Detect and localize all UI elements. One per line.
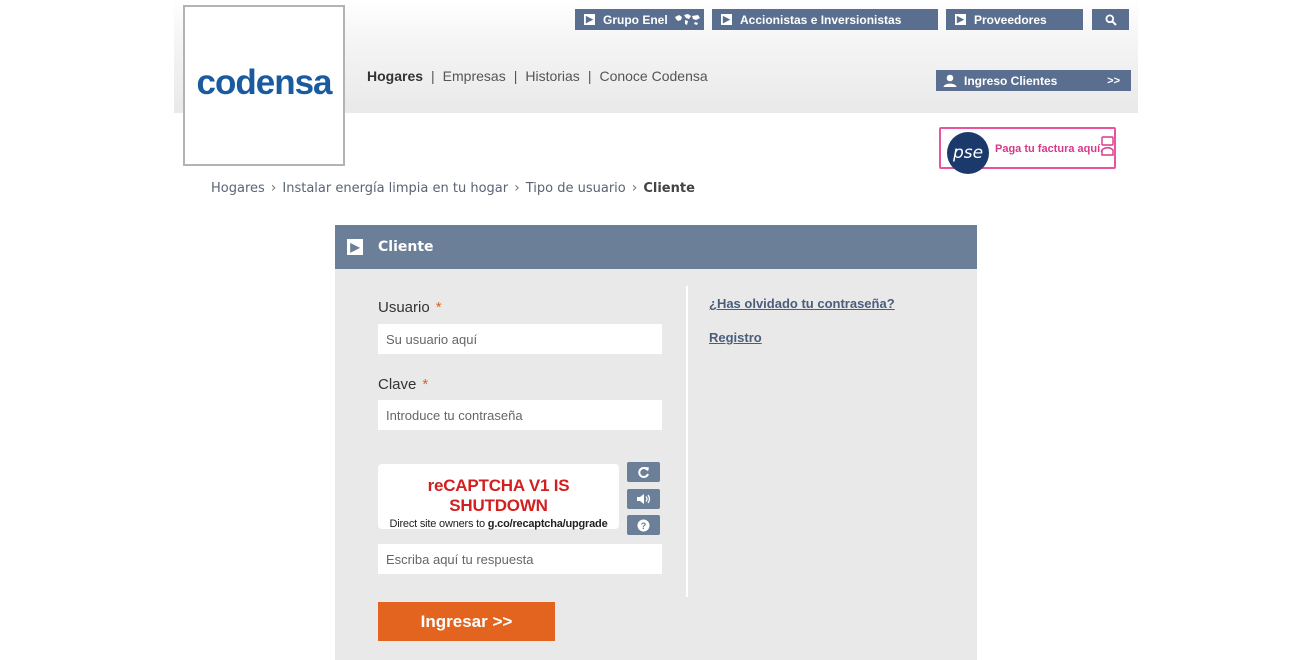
audio-icon: [636, 494, 650, 504]
pse-label: Paga tu factura aquí.: [995, 143, 1104, 155]
panel-header: ▶ Cliente: [335, 225, 977, 269]
clave-input[interactable]: [378, 400, 662, 430]
breadcrumb: Hogares › Instalar energía limpia en tu …: [211, 180, 695, 196]
clave-label-text: Clave: [378, 376, 417, 393]
nav-item-conoce-codensa[interactable]: Conoce Codensa: [599, 68, 707, 84]
arrow-right-icon: ▶: [347, 239, 363, 255]
search-icon: [1105, 14, 1117, 26]
nav-item-hogares[interactable]: Hogares: [367, 68, 423, 84]
breadcrumb-item-hogares[interactable]: Hogares: [211, 181, 265, 196]
chevron-right-icon: ›: [270, 180, 277, 196]
captcha-image: reCAPTCHA V1 IS SHUTDOWN Direct site own…: [378, 464, 619, 530]
pse-logo: pse: [947, 132, 989, 174]
required-mark: *: [422, 376, 429, 393]
grupo-enel-label: Grupo Enel: [603, 12, 668, 27]
pse-payment-banner[interactable]: pse Paga tu factura aquí.: [939, 127, 1116, 174]
captcha-sub-prefix: Direct site owners to: [389, 518, 485, 530]
panel-divider: [686, 286, 688, 597]
usuario-input[interactable]: [378, 324, 662, 354]
chevron-right-icon: ›: [631, 180, 638, 196]
ingreso-clientes-button[interactable]: Ingreso Clientes >>: [936, 70, 1131, 91]
arrow-right-icon: ▶: [721, 14, 732, 25]
captcha-help-button[interactable]: ?: [627, 515, 660, 535]
captcha-title: reCAPTCHA V1 IS SHUTDOWN: [427, 476, 570, 515]
forgot-password-link[interactable]: ¿Has olvidado tu contraseña?: [709, 296, 895, 311]
codensa-logo[interactable]: codensa: [183, 5, 345, 166]
chevron-right-icon: ›: [514, 180, 520, 196]
nav-item-historias[interactable]: Historias: [525, 68, 579, 84]
hand-card-icon: [1101, 136, 1114, 156]
nav-separator: |: [431, 68, 435, 84]
pse-logo-text: pse: [952, 143, 984, 163]
refresh-icon: [638, 466, 649, 478]
captcha-sub-link: g.co/recaptcha/upgrade: [487, 518, 608, 530]
nav-separator: |: [513, 68, 518, 84]
svg-text:?: ?: [641, 521, 647, 531]
nav-separator: |: [587, 68, 592, 84]
search-button[interactable]: [1092, 9, 1129, 30]
usuario-label-text: Usuario: [378, 299, 430, 316]
required-mark: *: [435, 299, 442, 316]
captcha-audio-button[interactable]: [627, 489, 660, 509]
arrow-right-icon: ▶: [955, 14, 966, 25]
proveedores-button[interactable]: ▶ Proveedores: [946, 9, 1083, 30]
accionistas-button[interactable]: ▶ Accionistas e Inversionistas: [712, 9, 938, 30]
user-icon: [943, 74, 957, 87]
ingreso-clientes-label: Ingreso Clientes: [964, 73, 1058, 88]
arrow-right-icon: ▶: [584, 14, 595, 25]
registro-link[interactable]: Registro: [709, 330, 762, 345]
proveedores-label: Proveedores: [974, 12, 1047, 27]
accionistas-label: Accionistas e Inversionistas: [740, 12, 902, 27]
clave-label: Clave *: [378, 376, 428, 393]
breadcrumb-item-tipo-usuario[interactable]: Tipo de usuario: [526, 181, 626, 196]
ingresar-button[interactable]: Ingresar >>: [378, 602, 555, 641]
panel-title: Cliente: [378, 239, 434, 255]
help-icon: ?: [637, 519, 650, 531]
usuario-label: Usuario *: [378, 299, 442, 316]
breadcrumb-item-cliente: Cliente: [643, 180, 695, 196]
nav-item-empresas[interactable]: Empresas: [443, 68, 506, 84]
grupo-enel-button[interactable]: ▶ Grupo Enel: [575, 9, 704, 30]
breadcrumb-item-instalar[interactable]: Instalar energía limpia en tu hogar: [282, 181, 508, 196]
captcha-subtitle: Direct site owners to g.co/recaptcha/upg…: [378, 518, 619, 530]
captcha-refresh-button[interactable]: [627, 462, 660, 482]
logo-text: codensa: [196, 62, 333, 102]
main-nav: Hogares | Empresas | Historias | Conoce …: [367, 68, 708, 84]
captcha-answer-input[interactable]: [378, 544, 662, 574]
world-map-icon: [674, 13, 700, 25]
ingreso-chevron: >>: [1107, 74, 1120, 87]
